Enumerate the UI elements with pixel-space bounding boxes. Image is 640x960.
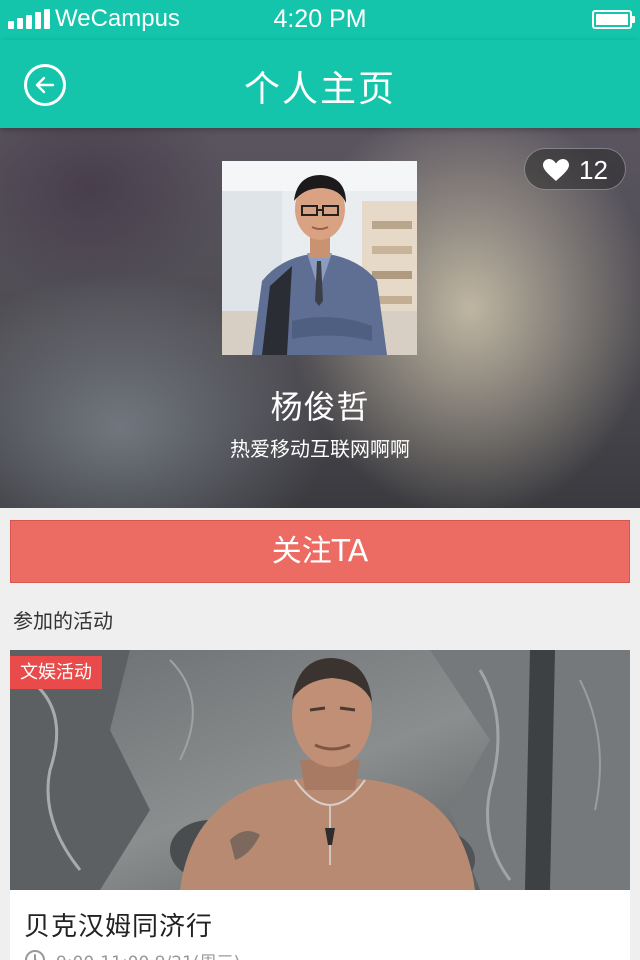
activity-time: 9:00-11:00 9/21(周三) [56,948,240,960]
page-title: 个人主页 [243,69,396,110]
activity-image: 文娱活动 [10,650,630,890]
battery-icon [592,10,635,29]
user-bio: 热爱移动互联网啊啊 [230,437,410,461]
follow-button[interactable]: 关注TA [10,520,630,583]
status-time: 4:20 PM [273,5,367,33]
activity-time-row: 9:00-11:00 9/21(周三) [24,948,240,960]
avatar[interactable] [222,161,417,355]
likes-button[interactable]: 12 [524,148,626,190]
clock-icon [25,950,45,960]
likes-count: 12 [579,155,608,185]
user-name: 杨俊哲 [270,388,370,426]
nav-bar: 个人主页 [0,40,640,128]
profile-header: 12 杨俊哲 热爱移动互联网啊啊 [0,128,640,508]
activity-card[interactable]: 文娱活动 贝克汉姆同济行 9:00-11:00 9/21(周三) [10,650,630,960]
heart-icon [543,159,569,181]
section-title-activities: 参加的活动 [13,609,113,633]
category-badge: 文娱活动 [10,656,102,689]
activity-title: 贝克汉姆同济行 [24,912,214,942]
status-bar: WeCampus 4:20 PM [0,0,640,40]
